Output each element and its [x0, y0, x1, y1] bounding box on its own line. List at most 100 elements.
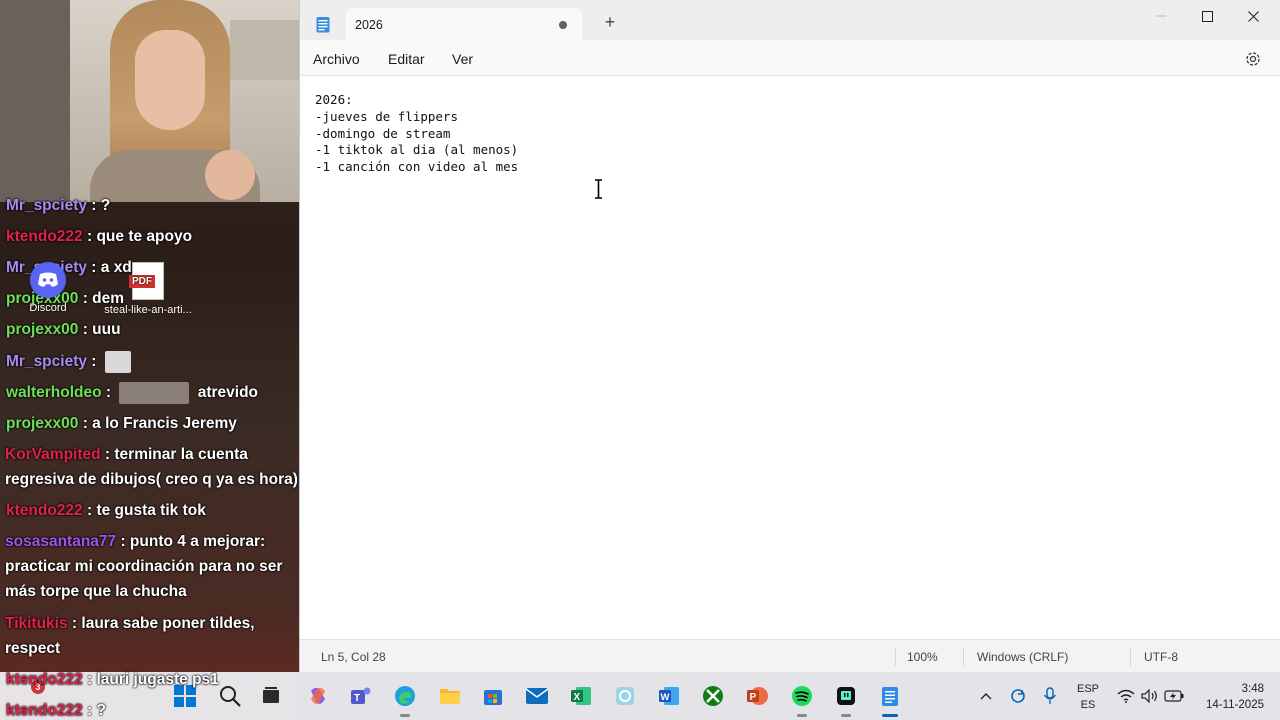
minimize-icon	[1156, 15, 1166, 17]
input-language-indicator[interactable]: ESP ES	[1074, 681, 1102, 713]
text-line: -domingo de stream	[315, 126, 451, 141]
battery-charging-icon	[1164, 690, 1184, 702]
chat-message: Mr_spciety :	[6, 349, 300, 374]
discord-icon	[30, 262, 66, 298]
status-bar: Ln 5, Col 28 100% Windows (CRLF) UTF-8	[300, 639, 1280, 672]
spotify-button[interactable]	[789, 683, 815, 717]
tab-title: 2026	[355, 18, 383, 32]
wifi-tray-button[interactable]	[1113, 683, 1139, 709]
pdf-file-icon: PDF	[129, 262, 164, 300]
chat-message: ktendo222 : ?	[6, 702, 106, 719]
notepad-app-icon	[316, 17, 330, 33]
notepad-icon	[882, 687, 898, 706]
text-line: -1 tiktok al dia (al menos)	[315, 142, 519, 157]
excel-button[interactable]: X	[568, 683, 594, 709]
chat-message: ktendo222 : que te apoyo	[6, 228, 193, 245]
word-button[interactable]: W	[656, 683, 682, 709]
xbox-icon	[703, 686, 723, 706]
maximize-button[interactable]	[1184, 0, 1230, 32]
notepad-taskbar-button[interactable]	[877, 683, 903, 717]
chat-message: sosasantana77 : punto 4 a mejorar: pract…	[5, 533, 283, 600]
powerpoint-button[interactable]: P	[744, 683, 770, 709]
task-view-button[interactable]	[258, 683, 284, 709]
encoding: UTF-8	[1144, 650, 1178, 664]
unsaved-dot-icon[interactable]	[559, 21, 567, 29]
microphone-icon	[1043, 687, 1057, 704]
menu-ver[interactable]: Ver	[452, 51, 473, 67]
chat-message: Tikitukis : laura sabe poner tildes, res…	[5, 615, 255, 657]
battery-tray-button[interactable]	[1161, 683, 1187, 709]
teams-icon: T	[351, 687, 371, 704]
edge-icon	[395, 686, 415, 706]
text-cursor-icon	[595, 179, 602, 199]
task-view-icon	[263, 687, 279, 703]
close-icon	[1247, 10, 1259, 22]
teams-button[interactable]: T	[348, 683, 374, 709]
show-hidden-icons-button[interactable]	[973, 683, 999, 709]
sync-tray-button[interactable]	[1005, 683, 1031, 709]
menu-editar[interactable]: Editar	[388, 51, 425, 67]
app-icon	[616, 687, 634, 705]
app-button[interactable]	[612, 683, 638, 709]
minimize-button[interactable]	[1138, 0, 1184, 32]
emote-image	[119, 381, 190, 404]
word-icon: W	[659, 687, 679, 705]
volume-icon	[1141, 689, 1157, 703]
edge-button[interactable]	[392, 683, 418, 717]
document-tab[interactable]: 2026	[346, 8, 582, 40]
desktop-icon-discord[interactable]: Discord	[18, 262, 78, 314]
microphone-tray-button[interactable]	[1037, 683, 1063, 709]
clock-time: 3:48	[1241, 683, 1264, 695]
svg-text:P: P	[750, 692, 757, 703]
menu-archivo[interactable]: Archivo	[313, 51, 360, 67]
system-clock[interactable]: 3:48 14-11-2025	[1194, 681, 1264, 713]
file-explorer-button[interactable]	[437, 683, 463, 709]
powerpoint-icon: P	[747, 687, 768, 705]
desktop-icon-pdf[interactable]: PDF steal-like-an-arti...	[98, 262, 198, 316]
chat-message: Mr_spciety : ?	[6, 197, 111, 214]
chat-message: ktendo222 : lauri jugaste ps1	[6, 671, 219, 688]
chat-message: projexx00 : uuu	[6, 321, 121, 338]
copilot-button[interactable]	[305, 683, 331, 709]
volume-tray-button[interactable]	[1137, 683, 1163, 709]
store-icon	[484, 690, 502, 705]
settings-gear-icon[interactable]	[1244, 50, 1262, 68]
mail-icon	[525, 688, 549, 704]
chat-message: ktendo222 : te gusta tik tok	[6, 502, 206, 519]
excel-icon: X	[571, 687, 591, 705]
spotify-icon	[792, 686, 812, 706]
line-ending: Windows (CRLF)	[977, 650, 1069, 664]
zoom-level: 100%	[907, 650, 938, 664]
chat-message: walterholdeo : atrevido	[6, 380, 300, 405]
notepad-window: 2026 + Archivo Editar Ver 2026: -jueves …	[299, 0, 1280, 672]
maximize-icon	[1201, 10, 1213, 22]
svg-text:X: X	[574, 692, 581, 703]
menu-bar: Archivo Editar Ver	[300, 40, 1280, 76]
new-tab-button[interactable]: +	[600, 13, 620, 31]
clock-date: 14-11-2025	[1206, 699, 1264, 711]
cursor-position: Ln 5, Col 28	[321, 650, 386, 664]
sync-icon	[1011, 689, 1025, 703]
emote-image	[104, 350, 131, 373]
folder-icon	[440, 689, 460, 704]
search-icon	[220, 686, 241, 707]
webcam-feed	[0, 0, 300, 202]
search-button[interactable]	[217, 683, 243, 709]
text-line: -1 canción con video al mes	[315, 159, 519, 174]
mail-button[interactable]	[524, 683, 550, 709]
svg-text:W: W	[661, 692, 670, 703]
chevron-up-icon	[980, 693, 992, 700]
twitch-button[interactable]	[833, 683, 859, 717]
text-line: 2026:	[315, 92, 353, 107]
copilot-icon	[311, 687, 325, 704]
stream-overlay: Mr_spciety : ? ktendo222 : que te apoyo …	[0, 0, 300, 720]
chat-message: KorVampited : terminar la cuenta regresi…	[5, 446, 298, 488]
xbox-button[interactable]	[700, 683, 726, 709]
svg-text:T: T	[354, 693, 360, 704]
text-editor[interactable]: 2026: -jueves de flippers -domingo de st…	[300, 76, 1280, 639]
store-button[interactable]	[480, 683, 506, 709]
close-button[interactable]	[1230, 0, 1276, 32]
chat-message: projexx00 : a lo Francis Jeremy	[6, 415, 237, 432]
wifi-icon	[1117, 689, 1135, 703]
text-line: -jueves de flippers	[315, 109, 458, 124]
